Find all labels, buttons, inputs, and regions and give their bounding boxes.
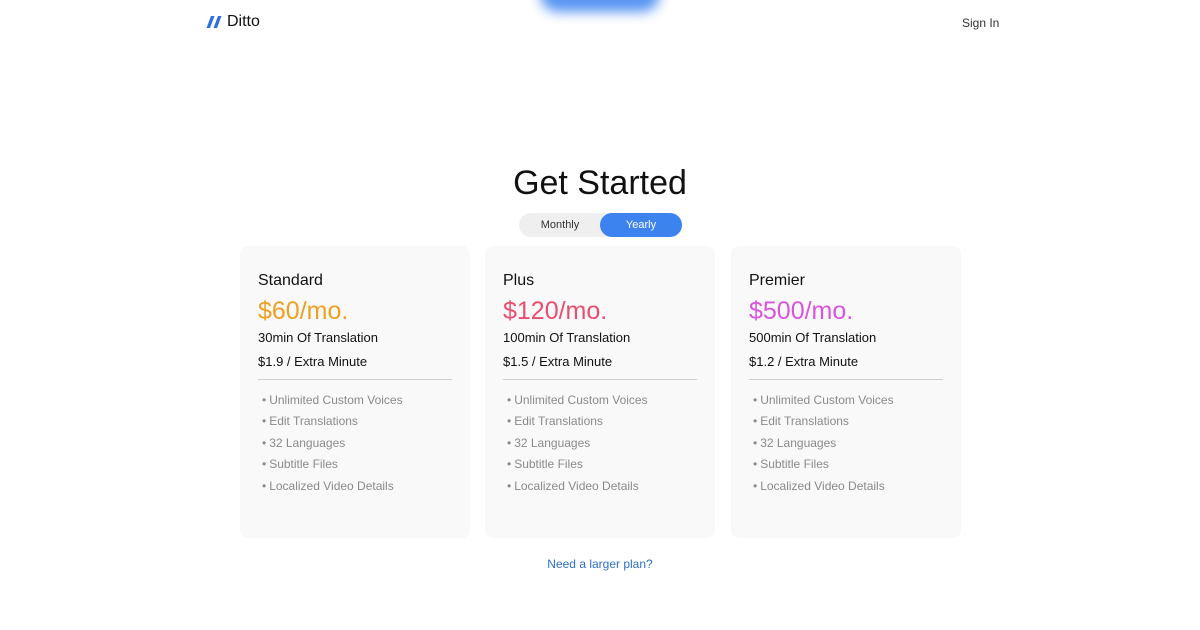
feature-item: • 32 Languages (753, 435, 837, 450)
top-glow-decoration (540, 0, 660, 12)
bullet-icon: • (507, 457, 512, 472)
plan-card-standard[interactable]: Standard $60/mo. 30min Of Translation $1… (240, 246, 470, 538)
plan-name: Plus (503, 272, 535, 289)
plan-price: $120/mo. (503, 297, 608, 325)
feature-item: • Subtitle Files (753, 457, 829, 472)
bullet-icon: • (753, 478, 758, 493)
bullet-icon: • (507, 435, 512, 450)
plan-minutes: 100min Of Translation (503, 330, 631, 345)
bullet-icon: • (753, 414, 758, 429)
plan-card-plus[interactable]: Plus $120/mo. 100min Of Translation $1.5… (485, 246, 715, 538)
bullet-icon: • (262, 457, 267, 472)
logo-text: Ditto (227, 13, 260, 30)
plan-extra-minute-price: $1.9 / Extra Minute (258, 354, 368, 369)
feature-list: • Unlimited Custom Voices • Edit Translati… (749, 390, 943, 497)
plan-extra-minute-price: $1.2 / Extra Minute (749, 354, 859, 369)
logo[interactable]: Ditto (206, 13, 260, 31)
plan-card-premier[interactable]: Premier $500/mo. 500min Of Translation $… (731, 246, 961, 538)
plan-extra-minute-price: $1.5 / Extra Minute (503, 354, 613, 369)
plan-price: $500/mo. (749, 297, 854, 325)
feature-item: • 32 Languages (262, 435, 346, 450)
feature-item: • Subtitle Files (507, 457, 583, 472)
bullet-icon: • (262, 393, 267, 407)
feature-item: • Edit Translations (753, 414, 849, 429)
plan-minutes: 30min Of Translation (258, 330, 378, 345)
feature-item: • Localized Video Details (753, 478, 885, 493)
feature-item: • Localized Video Details (507, 478, 639, 493)
bullet-icon: • (507, 478, 512, 493)
bullet-icon: • (262, 435, 267, 450)
feature-item: • Localized Video Details (262, 478, 394, 493)
feature-list: • Unlimited Custom Voices • Edit Translati… (503, 390, 697, 497)
plan-price: $60/mo. (258, 297, 349, 325)
feature-item: • Subtitle Files (262, 457, 338, 472)
divider (258, 379, 452, 380)
double-slash-icon (206, 16, 222, 28)
page: Ditto Sign In Get Started Monthly Yearly… (0, 0, 1200, 630)
plan-minutes: 500min Of Translation (749, 330, 877, 345)
feature-item: • Edit Translations (507, 414, 603, 429)
bullet-icon: • (262, 478, 267, 493)
bullet-icon: • (262, 414, 267, 429)
bullet-icon: • (507, 414, 512, 429)
bullet-icon: • (753, 393, 758, 407)
monthly-toggle-option[interactable]: Monthly (519, 213, 601, 237)
divider (749, 379, 943, 380)
bullet-icon: • (753, 435, 758, 450)
feature-item: • Edit Translations (262, 414, 358, 429)
plan-name: Premier (749, 272, 806, 289)
feature-item: • Unlimited Custom Voices (262, 393, 403, 407)
sign-in-link[interactable]: Sign In (962, 16, 999, 30)
feature-item: • Unlimited Custom Voices (753, 393, 894, 407)
feature-item: • 32 Languages (507, 435, 591, 450)
bullet-icon: • (507, 393, 512, 407)
feature-list: • Unlimited Custom Voices • Edit Translati… (258, 390, 452, 497)
larger-plan-link[interactable]: Need a larger plan? (0, 557, 1200, 571)
billing-toggle: Monthly Yearly (519, 213, 682, 237)
page-title: Get Started (513, 164, 687, 202)
yearly-toggle-option[interactable]: Yearly (600, 213, 682, 237)
plan-name: Standard (258, 272, 323, 289)
feature-item: • Unlimited Custom Voices (507, 393, 648, 407)
divider (503, 379, 697, 380)
bullet-icon: • (753, 457, 758, 472)
